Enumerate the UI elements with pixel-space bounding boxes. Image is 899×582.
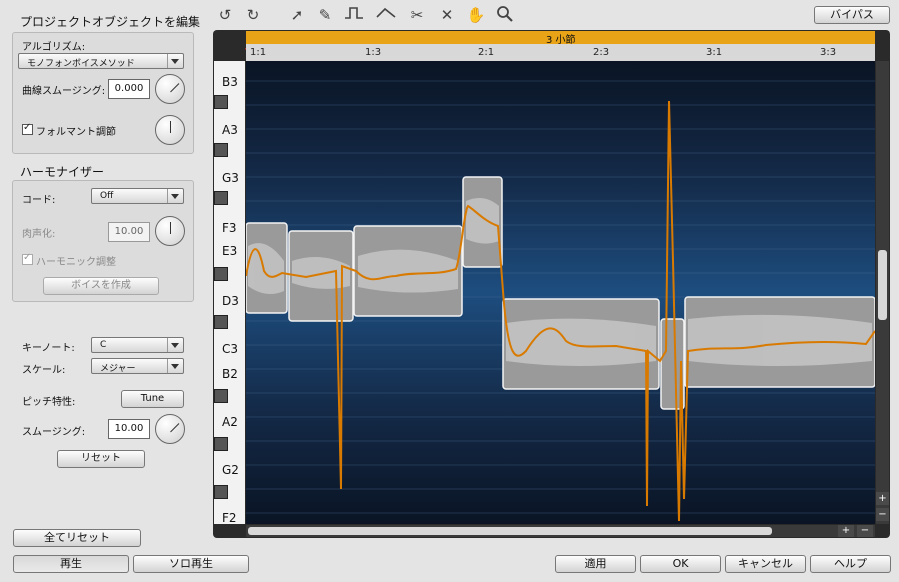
formant-label: フォルマント調節 xyxy=(36,127,116,138)
scale-dropdown[interactable]: メジャー xyxy=(91,358,184,374)
erase-icon[interactable]: ✕ xyxy=(437,5,457,25)
reset-all-button[interactable]: 全てリセット xyxy=(13,529,141,547)
black-key xyxy=(214,143,228,157)
cancel-button[interactable]: キャンセル xyxy=(725,555,806,573)
piano-keyboard[interactable]: B3 A3 G3 F3 E3 D3 C3 B2 A2 G2 F2 xyxy=(214,61,245,524)
note-label: F2 xyxy=(222,511,237,524)
ruler-tick: 1:3 xyxy=(365,47,382,58)
note-blobs[interactable] xyxy=(246,176,875,410)
pitch-char-label: ピッチ特性: xyxy=(22,397,76,408)
scale-value: メジャー xyxy=(100,364,136,374)
black-key xyxy=(214,267,228,281)
note-label: A2 xyxy=(222,415,238,429)
black-key xyxy=(214,485,228,499)
redo-icon[interactable]: ↻ xyxy=(243,5,263,25)
key-note-dropdown[interactable]: C xyxy=(91,337,184,353)
chevron-down-icon xyxy=(167,359,183,373)
curve-smoothing-knob[interactable] xyxy=(155,74,185,104)
zoom-out-v-button[interactable]: − xyxy=(876,508,889,521)
note-label: A3 xyxy=(222,123,238,137)
ruler-tick: 3:1 xyxy=(706,47,723,58)
humanize-field[interactable]: 10.00 xyxy=(108,222,150,242)
key-note-label: キーノート: xyxy=(22,343,75,354)
note-label: B3 xyxy=(222,75,238,89)
zoom-out-h-button[interactable]: − xyxy=(857,525,873,537)
ruler-tick: 2:3 xyxy=(593,47,610,58)
black-key xyxy=(214,315,228,329)
smoothing-label: スムージング: xyxy=(22,427,86,438)
algorithm-label: アルゴリズム: xyxy=(22,42,86,53)
ok-button[interactable]: OK xyxy=(640,555,721,573)
apply-button[interactable]: 適用 xyxy=(555,555,636,573)
humanize-knob[interactable] xyxy=(155,216,185,246)
chord-value: Off xyxy=(100,191,114,201)
note-label: F3 xyxy=(222,221,237,235)
black-key xyxy=(214,95,228,109)
harmonizer-title: ハーモナイザー xyxy=(20,165,105,179)
reset-button[interactable]: リセット xyxy=(57,450,145,468)
algorithm-dropdown[interactable]: モノフォンボイスメソッド xyxy=(18,53,184,69)
solo-play-button[interactable]: ソロ再生 xyxy=(133,555,249,573)
chevron-down-icon xyxy=(167,338,183,352)
algorithm-value: モノフォンボイスメソッド xyxy=(27,59,135,69)
chevron-down-icon xyxy=(167,54,183,68)
chord-label: コード: xyxy=(22,195,56,206)
formant-knob[interactable] xyxy=(155,115,185,145)
curve-icon[interactable] xyxy=(376,5,396,25)
pencil-icon[interactable]: ✎ xyxy=(315,5,335,25)
undo-icon[interactable]: ↺ xyxy=(215,5,235,25)
play-button[interactable]: 再生 xyxy=(13,555,129,573)
horizontal-scroll-thumb[interactable] xyxy=(248,527,772,535)
black-key xyxy=(214,389,228,403)
pitch-grid[interactable] xyxy=(246,61,875,524)
harmonic-adjust-checkbox[interactable] xyxy=(22,252,33,265)
ruler-tick: 3:3 xyxy=(820,47,837,58)
note-label: C3 xyxy=(222,342,239,356)
zoom-icon[interactable] xyxy=(495,5,515,25)
note-label: B2 xyxy=(222,367,238,381)
formant-checkbox[interactable] xyxy=(22,122,33,135)
humanize-label: 肉声化: xyxy=(22,229,56,240)
hand-icon[interactable]: ✋ xyxy=(466,5,486,25)
note-label: G3 xyxy=(222,171,239,185)
bypass-button[interactable]: バイパス xyxy=(814,6,890,24)
smoothing-knob[interactable] xyxy=(155,414,185,444)
note-label: D3 xyxy=(222,294,239,308)
scissors-icon[interactable]: ✂ xyxy=(407,5,427,25)
zoom-in-h-button[interactable]: + xyxy=(838,525,854,537)
black-key xyxy=(214,437,228,451)
ruler[interactable] xyxy=(246,44,875,61)
black-key xyxy=(214,191,228,205)
chord-dropdown[interactable]: Off xyxy=(91,188,184,204)
note-label: G2 xyxy=(222,463,239,477)
scale-label: スケール: xyxy=(22,365,66,376)
create-voice-button[interactable]: ボイスを作成 xyxy=(43,277,159,295)
vertical-scroll-thumb[interactable] xyxy=(878,250,887,320)
harmonic-adjust-label: ハーモニック調整 xyxy=(36,257,116,268)
tune-button[interactable]: Tune xyxy=(121,390,184,408)
ruler-tick: 1:1 xyxy=(250,47,267,58)
key-note-value: C xyxy=(100,340,107,350)
curve-smoothing-field[interactable]: 0.000 xyxy=(108,79,150,99)
note-label: E3 xyxy=(222,244,238,258)
measure-bar: 3 小節 xyxy=(246,31,875,46)
pointer-icon[interactable]: ➚ xyxy=(287,5,307,25)
chevron-down-icon xyxy=(167,189,183,203)
curve-smoothing-label: 曲線スムージング: xyxy=(22,86,106,97)
zoom-in-v-button[interactable]: + xyxy=(876,492,889,505)
smoothing-field[interactable]: 10.00 xyxy=(108,419,150,439)
ruler-tick: 2:1 xyxy=(478,47,495,58)
project-edit-title: プロジェクトオブジェクトを編集 xyxy=(20,15,201,29)
help-button[interactable]: ヘルプ xyxy=(810,555,891,573)
step-line-icon[interactable] xyxy=(344,5,364,25)
